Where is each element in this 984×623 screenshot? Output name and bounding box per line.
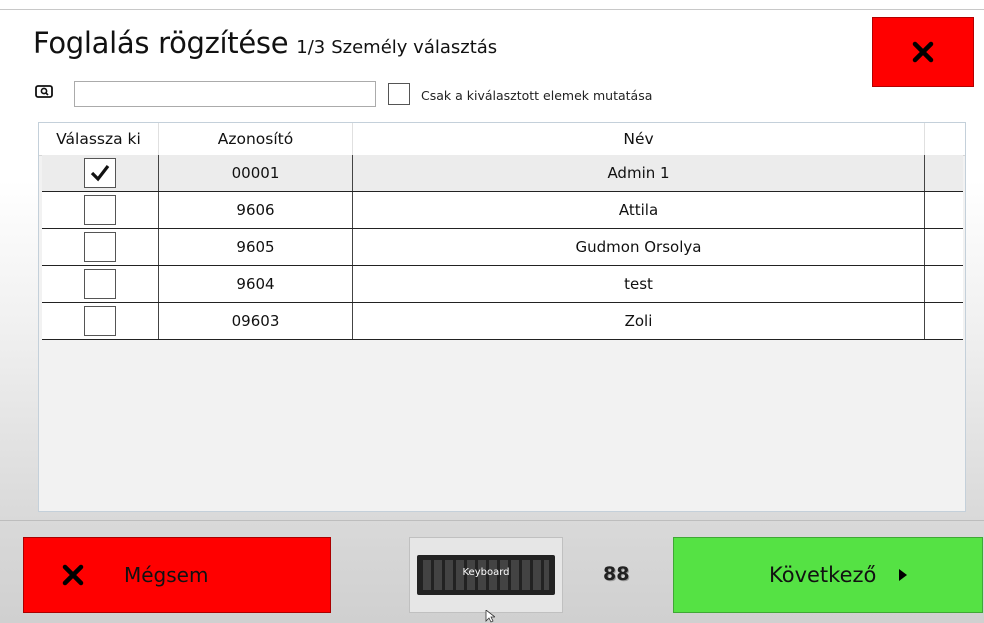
filler-cell (925, 192, 963, 228)
filler-cell (925, 266, 963, 302)
id-cell: 9605 (159, 229, 353, 265)
id-cell: 9606 (159, 192, 353, 228)
grid-rows: 00001 Admin 1 9606 Attila 9605 Gudmon Or… (42, 155, 963, 340)
column-header-name[interactable]: Név (353, 123, 925, 155)
row-select-checkbox[interactable] (84, 158, 116, 188)
column-header-select[interactable]: Válassza ki (39, 123, 159, 155)
cancel-button[interactable]: Mégsem (23, 537, 331, 613)
close-button[interactable] (872, 17, 974, 87)
id-cell: 00001 (159, 155, 353, 191)
id-cell: 09603 (159, 303, 353, 339)
page-title: Foglalás rögzítése 1/3 Személy választás (33, 26, 497, 60)
mouse-cursor-icon (485, 610, 495, 623)
step-indicator: 1/3 (296, 37, 326, 58)
checkmark-icon (90, 165, 110, 182)
close-icon (912, 41, 934, 63)
table-row[interactable]: 9605 Gudmon Orsolya (42, 229, 963, 266)
next-label: Következő (769, 563, 877, 587)
footer-divider (0, 520, 984, 521)
arrow-right-icon (899, 569, 908, 581)
keyboard-icon: Keyboard (417, 555, 555, 595)
show-selected-only-label: Csak a kiválasztott elemek mutatása (421, 88, 653, 103)
search-input[interactable] (74, 81, 376, 107)
name-cell: Zoli (353, 303, 925, 339)
name-cell: test (353, 266, 925, 302)
row-select-checkbox[interactable] (84, 306, 116, 336)
filler-cell (925, 303, 963, 339)
person-grid: Válassza ki Azonosító Név 00001 Admin 1 … (38, 122, 966, 512)
row-select-checkbox[interactable] (84, 232, 116, 262)
name-cell: Admin 1 (353, 155, 925, 191)
column-header-id[interactable]: Azonosító (159, 123, 353, 155)
select-cell (42, 229, 159, 265)
select-cell (42, 155, 159, 191)
table-row[interactable]: 00001 Admin 1 (42, 155, 963, 192)
counter-value: 88 (603, 563, 630, 585)
title-text: Foglalás rögzítése (33, 26, 289, 60)
subtitle-text: Személy választás (331, 37, 498, 58)
name-cell: Attila (353, 192, 925, 228)
select-cell (42, 192, 159, 228)
grid-header: Válassza ki Azonosító Név (39, 123, 965, 156)
column-header-filler (925, 123, 965, 155)
table-row[interactable]: 9604 test (42, 266, 963, 303)
select-cell (42, 266, 159, 302)
table-row[interactable]: 09603 Zoli (42, 303, 963, 340)
keyboard-label: Keyboard (462, 567, 510, 578)
cancel-label: Mégsem (124, 563, 209, 587)
close-icon (62, 564, 84, 586)
keyboard-button[interactable]: Keyboard (409, 537, 563, 613)
top-divider (0, 9, 984, 10)
show-selected-only-checkbox[interactable] (388, 83, 410, 105)
search-icon (35, 85, 53, 98)
name-cell: Gudmon Orsolya (353, 229, 925, 265)
filler-cell (925, 155, 963, 191)
table-row[interactable]: 9606 Attila (42, 192, 963, 229)
row-select-checkbox[interactable] (84, 269, 116, 299)
filler-cell (925, 229, 963, 265)
row-select-checkbox[interactable] (84, 195, 116, 225)
next-button[interactable]: Következő (673, 537, 983, 613)
id-cell: 9604 (159, 266, 353, 302)
select-cell (42, 303, 159, 339)
